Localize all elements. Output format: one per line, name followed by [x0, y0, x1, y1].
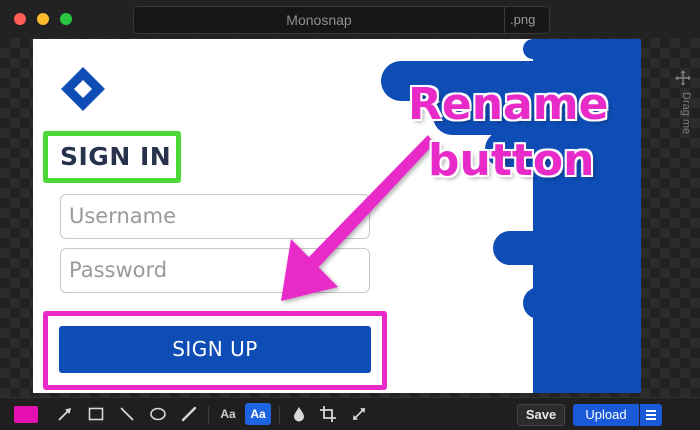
toolbar-divider [279, 406, 280, 424]
title-bar: Monosnap .png [0, 0, 700, 38]
line-icon[interactable] [117, 404, 137, 424]
blur-drop-icon[interactable] [289, 404, 309, 424]
color-picker-swatch[interactable] [14, 406, 38, 423]
screenshot-image[interactable]: SIGN IN Username Password SIGN UP Rename… [33, 39, 641, 393]
arrow-icon[interactable] [55, 404, 75, 424]
filename-field[interactable]: Monosnap .png [133, 6, 550, 34]
extension-divider [504, 7, 505, 33]
upload-button[interactable]: Upload [573, 404, 639, 426]
monosnap-window: Monosnap .png Drag me SIGN IN Username P… [0, 0, 700, 430]
signin-heading: SIGN IN [60, 142, 172, 171]
zoom-window-button[interactable] [60, 13, 72, 25]
annotation-toolbar: Aa Aa Save Upload [0, 397, 700, 430]
file-extension: .png [510, 12, 536, 27]
text-tool[interactable]: Aa [218, 404, 238, 424]
rectangle-icon[interactable] [86, 404, 106, 424]
username-field[interactable]: Username [60, 194, 370, 239]
crop-icon[interactable] [318, 404, 338, 424]
drag-label: Drag me [680, 92, 692, 135]
annotation-text-line1: Rename [408, 79, 609, 130]
pen-icon[interactable] [179, 404, 199, 424]
password-field[interactable]: Password [60, 248, 370, 293]
minimize-window-button[interactable] [37, 13, 49, 25]
annotation-text-line2: button [428, 135, 595, 186]
signup-button[interactable]: SIGN UP [59, 326, 371, 373]
signin-highlight-box: SIGN IN [43, 131, 181, 183]
move-arrows-icon [675, 70, 691, 86]
ellipse-icon[interactable] [148, 404, 168, 424]
save-button[interactable]: Save [517, 404, 565, 426]
close-window-button[interactable] [14, 13, 26, 25]
window-title[interactable]: Monosnap [134, 12, 504, 28]
drag-handle[interactable]: Drag me [668, 70, 698, 160]
toolbar-divider [208, 406, 209, 424]
resize-icon[interactable] [349, 404, 369, 424]
styled-text-tool[interactable]: Aa [245, 403, 271, 425]
brand-logo-icon [61, 67, 105, 111]
hamburger-icon[interactable] [640, 404, 662, 426]
